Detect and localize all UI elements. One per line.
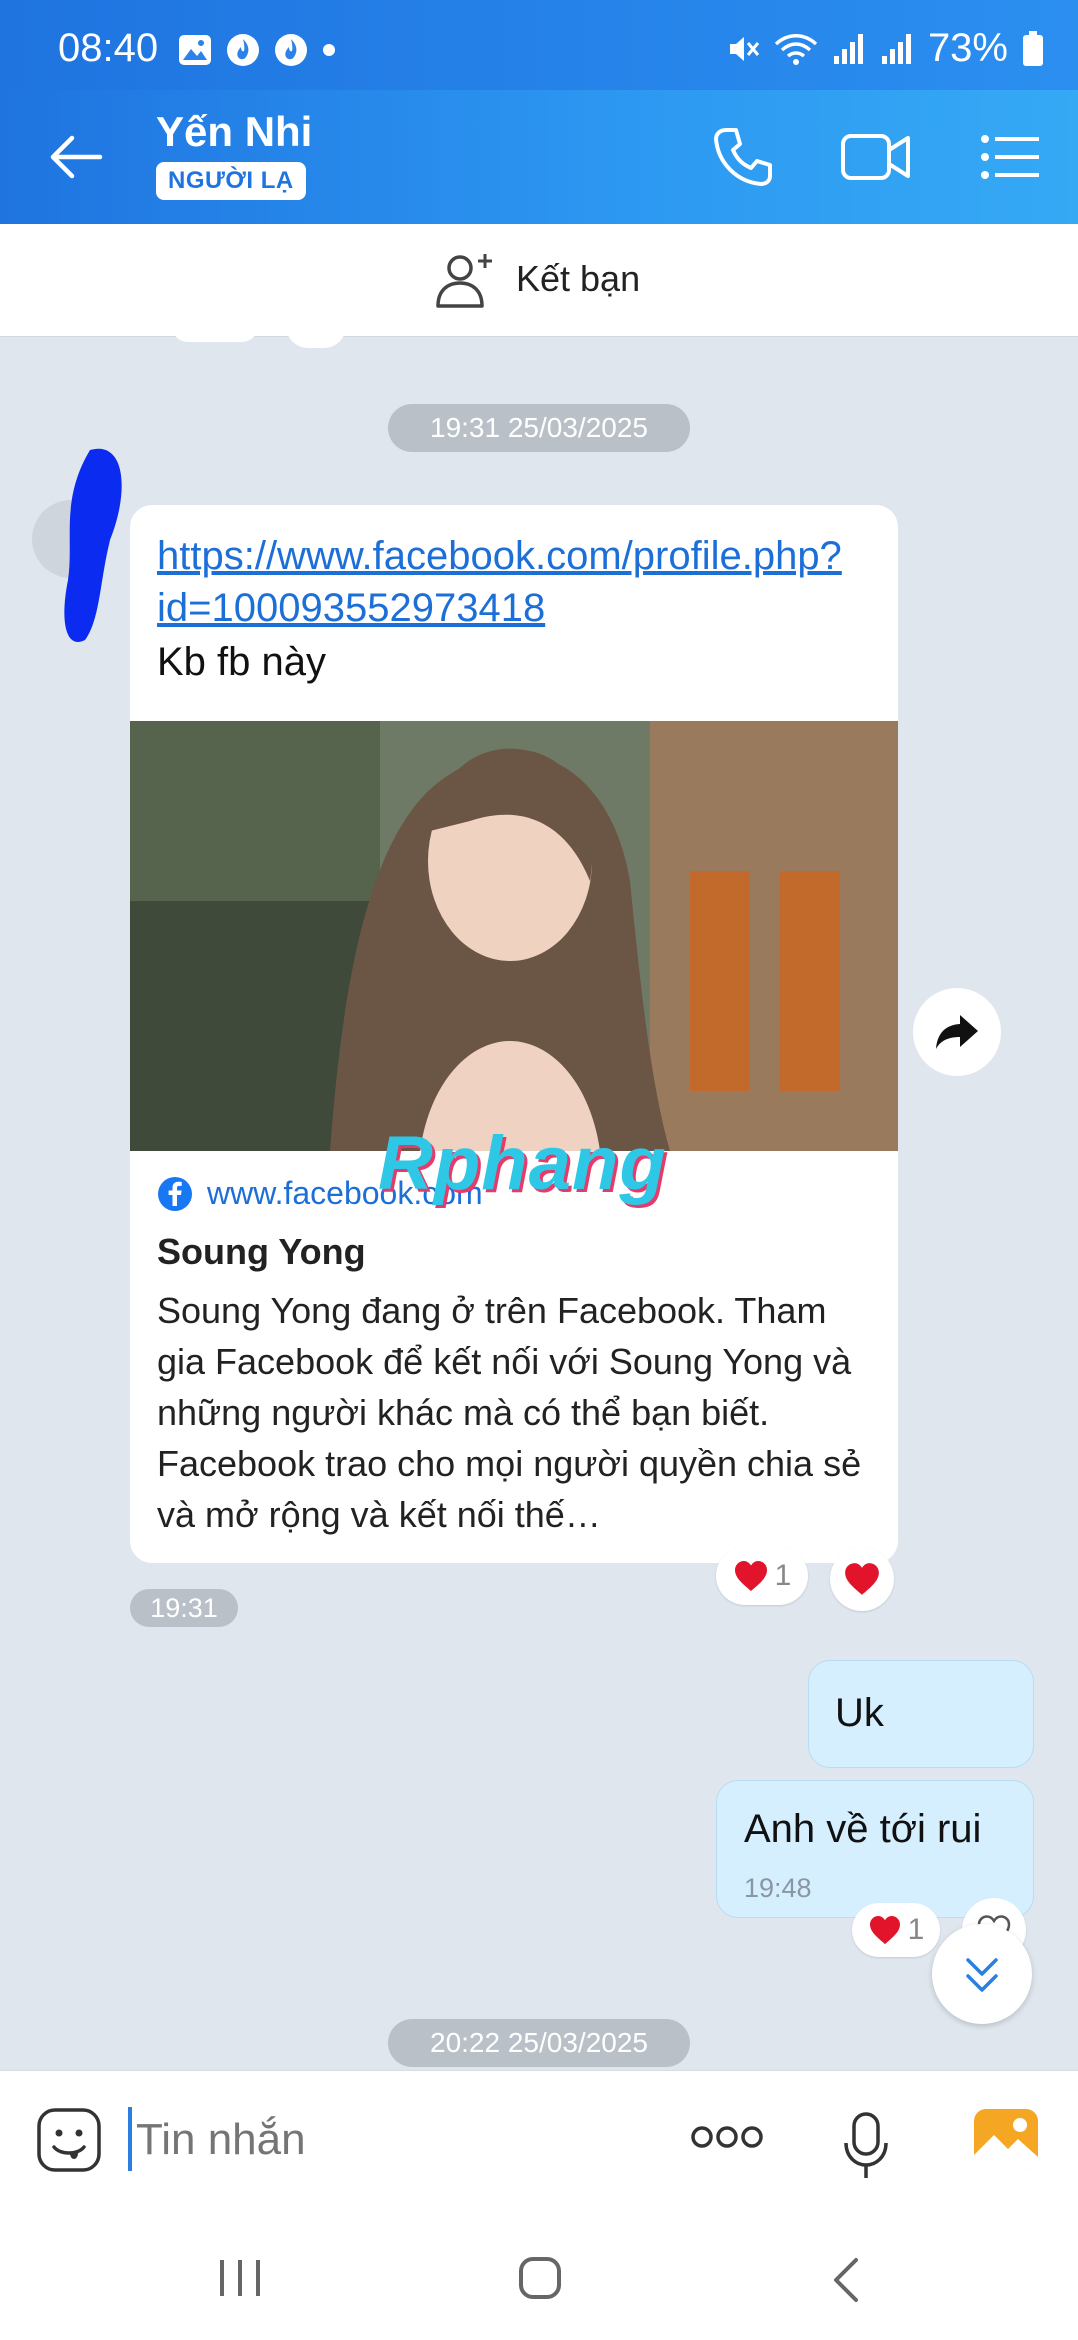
share-arrow-icon [936, 1015, 978, 1049]
notification-icons [178, 30, 336, 70]
preview-description: Soung Yong đang ở trên Facebook. Tham gi… [157, 1290, 862, 1535]
heart-icon [869, 1915, 900, 1945]
preview-title: Soung Yong [157, 1231, 366, 1272]
gallery-image-icon[interactable] [972, 2107, 1040, 2171]
add-friend-bar[interactable]: Kết bạn [0, 224, 1078, 337]
add-friend-label: Kết bạn [516, 258, 641, 299]
message-composer [0, 2070, 1078, 2211]
date-separator: 19:31 25/03/2025 [388, 404, 690, 452]
microphone-icon[interactable] [842, 2111, 890, 2181]
text-cursor [128, 2107, 132, 2171]
app-notification-icon [275, 34, 307, 66]
menu-list-icon[interactable] [980, 134, 1040, 180]
mute-icon [729, 36, 760, 61]
reaction-summary[interactable]: 1 [852, 1903, 940, 1957]
previous-reaction [172, 326, 258, 342]
incoming-link-message[interactable]: https://www.facebook.com/profile.php?id=… [130, 505, 898, 1563]
link-preview-image[interactable] [130, 721, 898, 1151]
back-icon[interactable] [830, 2256, 860, 2304]
battery-percent: 73% [927, 26, 1008, 70]
forward-button[interactable] [913, 988, 1001, 1076]
app-notification-icon [227, 34, 259, 66]
reaction-count: 1 [907, 1913, 925, 1946]
signal-icon [881, 33, 911, 64]
message-text: Anh về tới rui [744, 1807, 982, 1851]
video-call-icon[interactable] [840, 130, 912, 184]
recent-apps-icon[interactable] [218, 2258, 262, 2298]
react-button[interactable] [830, 1547, 894, 1611]
preview-photo [130, 721, 898, 1151]
battery-icon [1023, 30, 1043, 66]
message-link[interactable]: https://www.facebook.com/profile.php?id=… [157, 530, 872, 634]
previous-reaction [286, 326, 346, 348]
stranger-badge: NGƯỜI LẠ [156, 162, 306, 200]
wifi-icon [774, 33, 818, 65]
status-bar: 08:40 73% [0, 0, 1078, 90]
heart-icon [845, 1563, 879, 1595]
facebook-icon [158, 1176, 192, 1211]
sticker-emoji-icon[interactable] [36, 2107, 102, 2173]
message-text: Uk [835, 1691, 884, 1735]
heart-icon [734, 1561, 767, 1591]
outgoing-message[interactable]: Anh về tới rui 19:48 [716, 1780, 1034, 1918]
more-options-icon[interactable] [690, 2125, 764, 2149]
date-separator: 20:22 25/03/2025 [388, 2019, 690, 2067]
status-right: 73% [726, 26, 1044, 71]
message-input[interactable] [134, 2101, 638, 2179]
reaction-summary[interactable]: 1 [716, 1547, 808, 1605]
message-text: Kb fb này [157, 640, 327, 684]
message-time: 19:31 [130, 1589, 238, 1627]
home-icon[interactable] [518, 2256, 562, 2300]
reaction-count: 1 [774, 1559, 792, 1592]
double-chevron-down-icon [966, 1958, 998, 1992]
message-time: 19:48 [744, 1873, 812, 1903]
avatar-scribble [64, 448, 122, 642]
chat-header: Yến Nhi NGƯỜI LẠ [0, 90, 1078, 224]
phone-call-icon[interactable] [712, 126, 774, 188]
back-arrow-icon[interactable] [48, 132, 104, 182]
add-friend-icon [436, 254, 492, 308]
signal-icon [833, 33, 863, 64]
status-time: 08:40 [58, 26, 159, 70]
scroll-to-bottom-button[interactable] [932, 1924, 1032, 2024]
contact-name[interactable]: Yến Nhi [156, 108, 312, 156]
watermark-logo: Rphang [378, 1121, 667, 1206]
system-nav-bar [0, 2210, 1078, 2340]
outgoing-message[interactable]: Uk [808, 1660, 1034, 1768]
gallery-icon [179, 35, 211, 65]
dot-icon [323, 44, 335, 56]
